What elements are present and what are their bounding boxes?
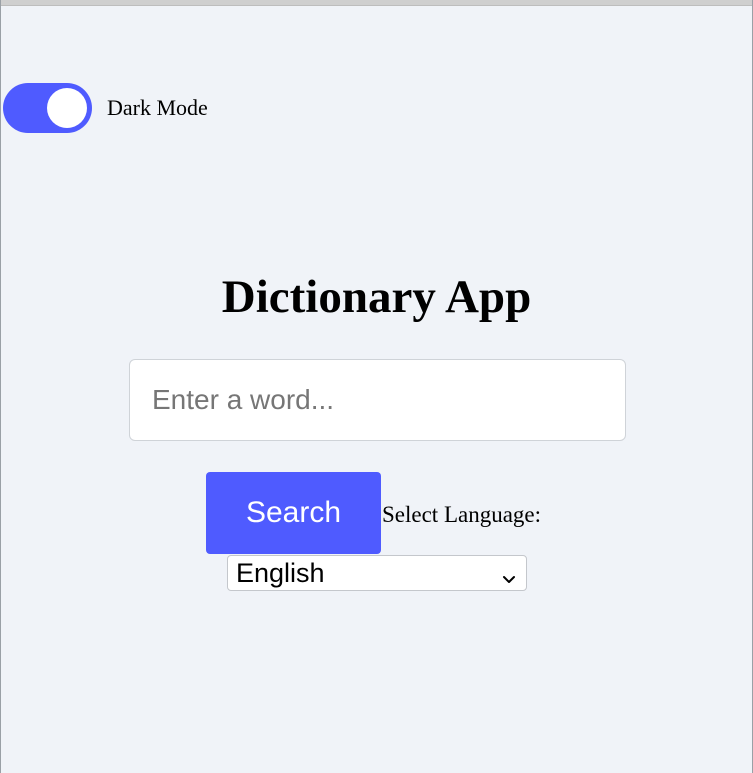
dark-mode-toggle-row: Dark Mode xyxy=(3,83,208,133)
language-label: Select Language: xyxy=(382,502,542,527)
language-selected-value: English xyxy=(236,557,325,588)
dark-mode-label: Dark Mode xyxy=(107,95,208,120)
search-input[interactable] xyxy=(129,359,626,441)
dark-mode-toggle[interactable] xyxy=(3,83,92,133)
language-select[interactable]: English xyxy=(227,555,527,591)
window-top-edge xyxy=(0,0,753,6)
toggle-knob xyxy=(47,88,87,128)
window-left-edge xyxy=(0,0,1,773)
chevron-down-icon xyxy=(500,564,518,583)
page-title: Dictionary App xyxy=(221,271,532,323)
search-button[interactable]: Search xyxy=(206,472,381,554)
